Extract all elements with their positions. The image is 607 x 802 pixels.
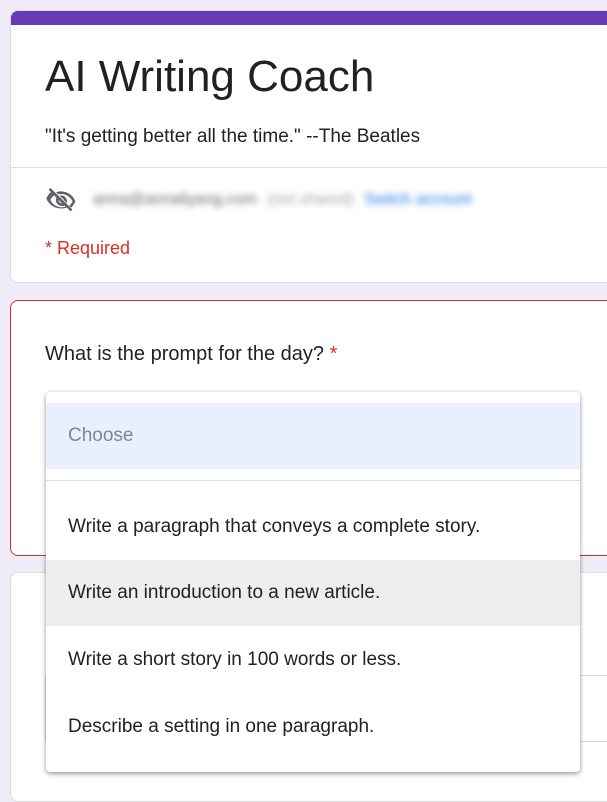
dropdown-option-highlighted[interactable]: Write an introduction to a new article. [46, 560, 580, 626]
account-info: anna@annaliyang.com (not shared) Switch … [93, 191, 472, 209]
required-note: * Required [45, 238, 131, 258]
accent-bar [11, 11, 607, 25]
account-row: anna@annaliyang.com (not shared) Switch … [45, 185, 472, 215]
account-email: anna@annaliyang.com [93, 191, 257, 208]
form-header-card: AI Writing Coach "It's getting better al… [10, 10, 607, 283]
dropdown-option[interactable]: Write a short story in 100 words or less… [46, 627, 580, 693]
eye-off-icon [45, 184, 77, 216]
dropdown-divider [46, 480, 580, 481]
dropdown-option[interactable]: Write a paragraph that conveys a complet… [46, 494, 580, 560]
dropdown-option[interactable]: Describe a setting in one paragraph. [46, 694, 580, 760]
form-description: "It's getting better all the time." --Th… [45, 126, 421, 147]
dropdown-placeholder-option[interactable]: Choose [46, 403, 580, 469]
required-asterisk: * [329, 343, 338, 365]
question-title: What is the prompt for the day? * [45, 341, 337, 367]
switch-account-link[interactable]: Switch account [364, 191, 472, 208]
dropdown-menu[interactable]: Choose Write a paragraph that conveys a … [46, 392, 580, 772]
form-title: AI Writing Coach [45, 52, 375, 101]
header-divider [11, 167, 607, 168]
question-text: What is the prompt for the day? [45, 343, 325, 365]
not-shared-label: (not shared) [267, 191, 354, 208]
